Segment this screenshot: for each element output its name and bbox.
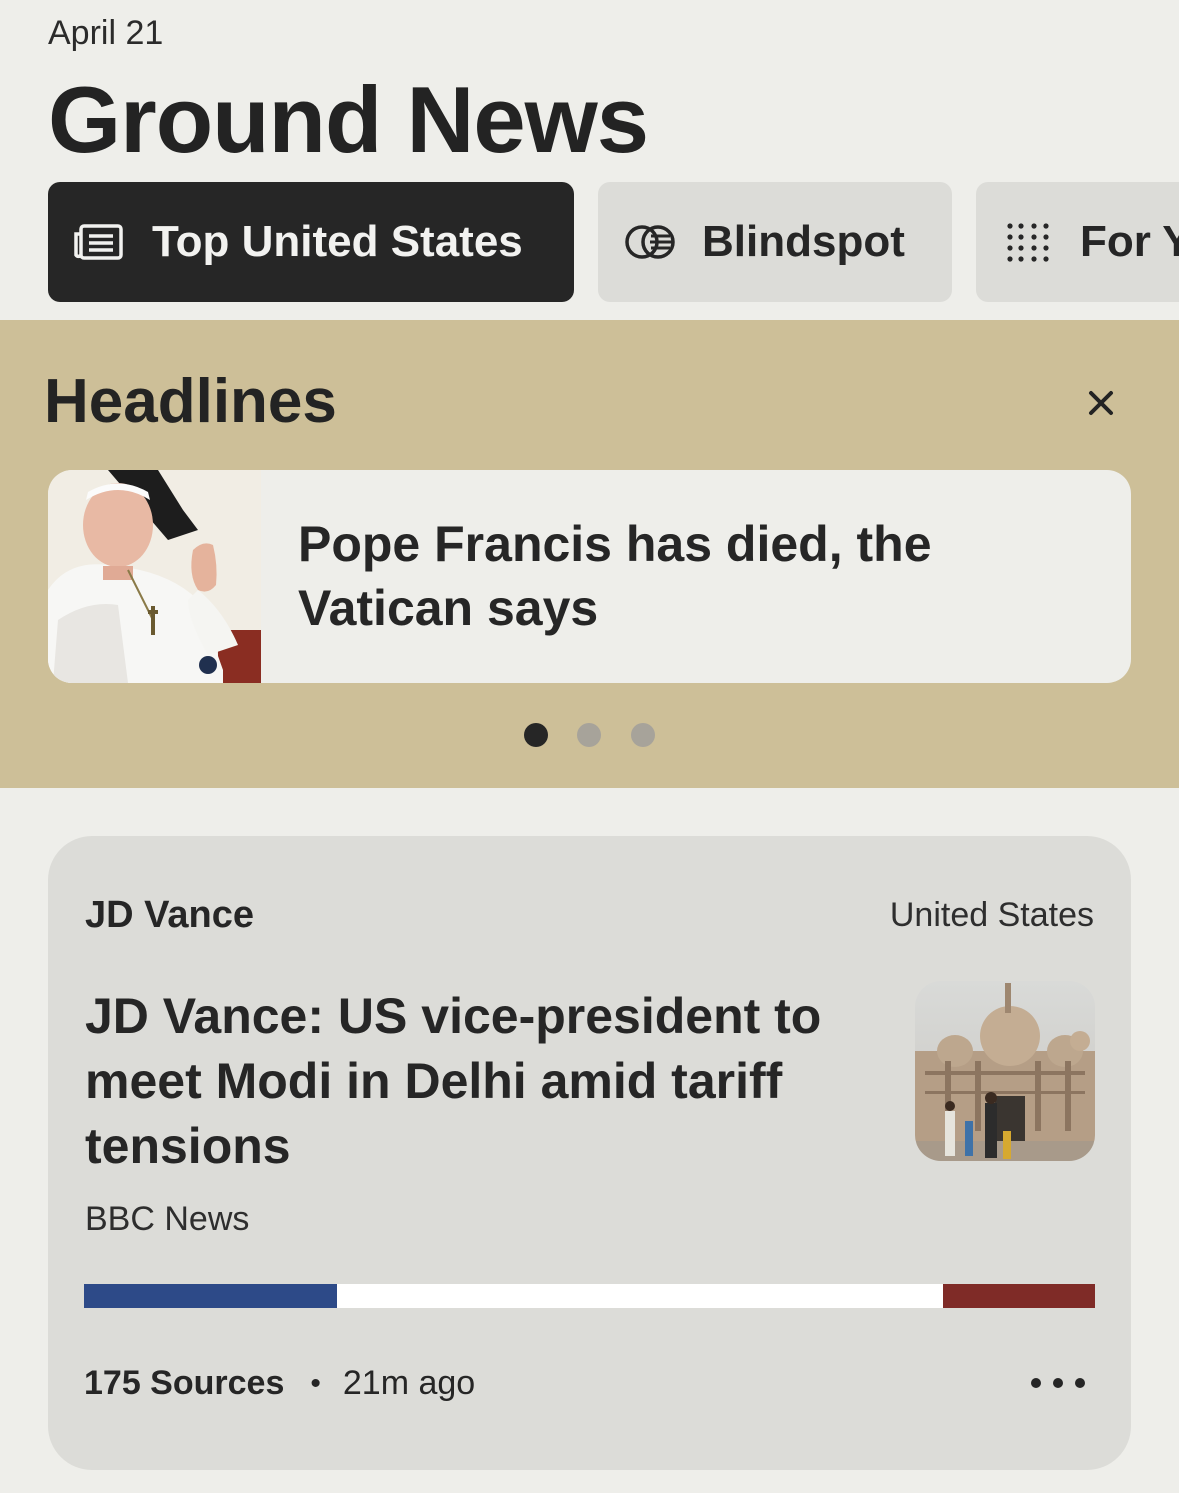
tab-label: For Y	[1080, 217, 1179, 266]
pager-dot-3[interactable]	[631, 723, 655, 747]
close-icon[interactable]	[1082, 384, 1120, 422]
time-ago: 21m ago	[342, 1364, 476, 1402]
feed-tabs: Top United States Blindspot For Y	[48, 182, 1179, 302]
newspaper-icon	[74, 222, 126, 262]
story-topic[interactable]: JD Vance	[85, 894, 254, 937]
tab-top-united-states[interactable]: Top United States	[48, 182, 574, 302]
bias-segment-right	[943, 1284, 1095, 1308]
meta-separator: •	[310, 1366, 321, 1400]
headline-photo	[48, 470, 261, 683]
story-source: BBC News	[85, 1200, 250, 1238]
headline-card[interactable]: Pope Francis has died, the Vatican says	[48, 470, 1131, 683]
date-label: April 21	[48, 14, 164, 52]
bias-segment-left	[84, 1284, 337, 1308]
tab-blindspot[interactable]: Blindspot	[598, 182, 952, 302]
app-title: Ground News	[48, 67, 649, 172]
sources-count[interactable]: 175 Sources	[84, 1364, 284, 1403]
story-title[interactable]: JD Vance: US vice-president to meet Modi…	[85, 984, 900, 1179]
more-options-icon[interactable]	[1030, 1370, 1086, 1396]
ground-news-home: April 21 Ground News Top United States B…	[0, 0, 1179, 1493]
story-region: United States	[889, 896, 1094, 934]
tab-label: Blindspot	[702, 217, 905, 266]
dots-grid-icon	[1006, 222, 1050, 262]
pager-dot-1[interactable]	[524, 723, 548, 747]
tab-label: Top United States	[152, 217, 523, 266]
blindspot-icon	[624, 222, 676, 262]
headlines-title: Headlines	[44, 367, 337, 436]
story-card[interactable]: JD Vance United States JD Vance: US vice…	[48, 836, 1131, 1470]
story-meta: 175 Sources • 21m ago	[84, 1364, 475, 1403]
bias-segment-center	[336, 1284, 944, 1308]
headline-text: Pope Francis has died, the Vatican says	[298, 516, 932, 636]
story-thumbnail	[915, 981, 1095, 1161]
tab-for-you[interactable]: For Y	[976, 182, 1179, 302]
pager-dot-2[interactable]	[577, 723, 601, 747]
headlines-section: Headlines Pope Francis has died, the Vat…	[0, 320, 1179, 788]
bias-distribution-bar	[84, 1284, 1095, 1308]
